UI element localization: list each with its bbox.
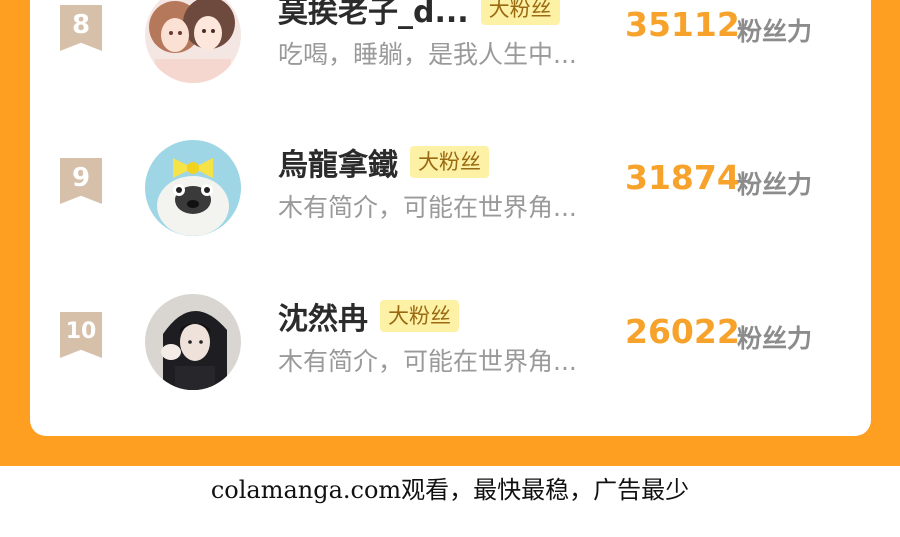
fan-power-score: 26022: [625, 312, 740, 351]
user-name[interactable]: 烏龍拿鐵: [278, 140, 398, 184]
rank-badge: 8: [60, 5, 102, 51]
fan-power-unit: 粉丝力: [737, 17, 813, 46]
rank-badge: 10: [60, 312, 102, 358]
ranking-row[interactable]: 9 烏龍拿鐵 大粉丝 木有简介，可能在世界角... 31874 粉丝力: [30, 140, 871, 268]
user-bio: 木有简介，可能在世界角...: [278, 193, 577, 222]
user-name[interactable]: 沈然冉: [278, 294, 368, 338]
avatar[interactable]: [145, 294, 241, 390]
fan-power-score: 31874: [625, 158, 740, 197]
avatar[interactable]: [145, 140, 241, 236]
ranking-card: 8 莫挨老子_d... 大粉丝 吃喝，睡躺，是我人生中... 35112 粉丝力: [30, 0, 871, 436]
ranking-row[interactable]: 10 沈然冉 大粉丝 木有简介，可能在世界角... 26022 粉丝力: [30, 294, 871, 422]
user-bio: 吃喝，睡躺，是我人生中...: [278, 40, 577, 69]
fan-power-unit: 粉丝力: [737, 324, 813, 353]
fan-level-badge: 大粉丝: [410, 146, 489, 178]
user-bio: 木有简介，可能在世界角...: [278, 347, 577, 376]
fan-level-badge: 大粉丝: [480, 0, 560, 25]
fan-level-badge: 大粉丝: [380, 300, 459, 332]
user-name[interactable]: 莫挨老子_d...: [278, 0, 469, 31]
rank-badge: 9: [60, 158, 102, 204]
fan-power-score: 35112: [625, 5, 740, 44]
avatar[interactable]: [145, 0, 241, 83]
ranking-row[interactable]: 8 莫挨老子_d... 大粉丝 吃喝，睡躺，是我人生中... 35112 粉丝力: [30, 0, 871, 115]
site-watermark-text: colamanga.com观看，最快最稳，广告最少: [210, 476, 690, 504]
fan-power-unit: 粉丝力: [737, 170, 813, 199]
